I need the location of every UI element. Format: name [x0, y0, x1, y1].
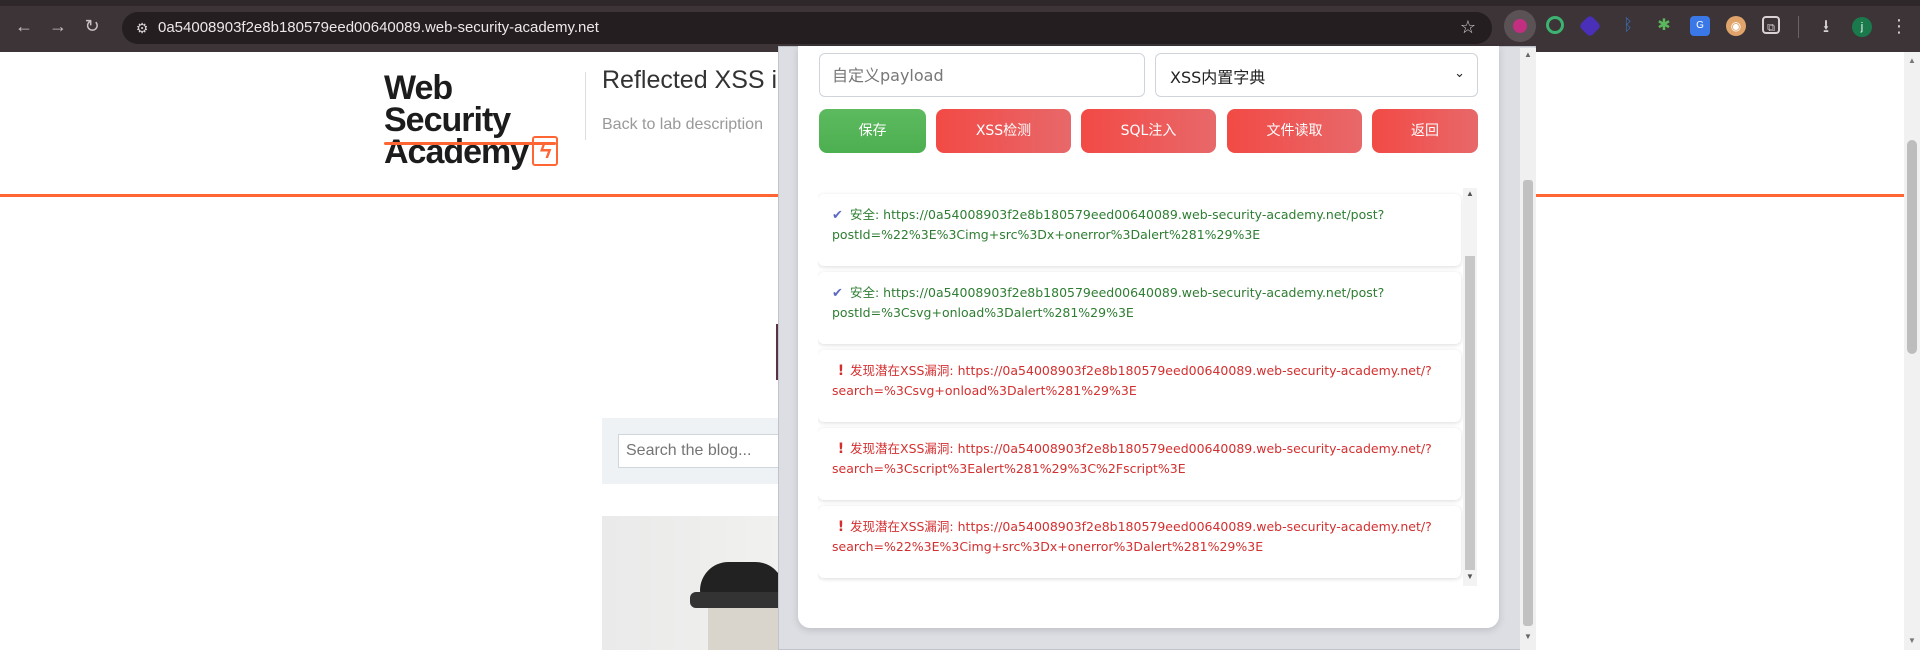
- popup-scrollbar[interactable]: ▲ ▼: [1520, 48, 1536, 650]
- logo-line2: Academy: [384, 133, 529, 171]
- scan-results-list[interactable]: ✔ 安全: https://0a54008903f2e8b180579eed006…: [818, 186, 1478, 586]
- file-read-button[interactable]: 文件读取: [1227, 109, 1362, 153]
- blog-search-input[interactable]: [618, 434, 788, 468]
- reload-icon[interactable]: ↻: [80, 14, 104, 38]
- popup-scroll-thumb[interactable]: [1523, 180, 1533, 626]
- extension-bug-icon[interactable]: ✱: [1654, 16, 1674, 36]
- exclamation-icon: !: [837, 519, 845, 535]
- active-extension-button[interactable]: [1504, 10, 1536, 42]
- profile-avatar[interactable]: j: [1852, 17, 1872, 37]
- return-button[interactable]: 返回: [1372, 109, 1478, 153]
- popup-scroll-up-icon[interactable]: ▲: [1524, 50, 1532, 59]
- checkmark-icon: ✔: [832, 208, 843, 223]
- result-item: ! 发现潜在XSS漏洞: https://0a54008903f2e8b18057…: [818, 506, 1461, 578]
- dictionary-select[interactable]: XSS内置字典 ⌄: [1155, 53, 1478, 97]
- scroll-down-arrow-icon[interactable]: ▼: [1908, 636, 1916, 645]
- results-scroll-thumb[interactable]: [1465, 256, 1475, 570]
- cup-lid: [700, 562, 782, 596]
- blog-post-image[interactable]: [602, 516, 782, 650]
- result-text: 安全: https://0a54008903f2e8b180579eed0064…: [832, 207, 1385, 242]
- result-item: ✔ 安全: https://0a54008903f2e8b180579eed006…: [818, 194, 1461, 266]
- extension-ring-icon[interactable]: [1546, 16, 1564, 34]
- custom-payload-input[interactable]: [819, 53, 1145, 97]
- sql-injection-button[interactable]: SQL注入: [1081, 109, 1216, 153]
- results-scroll-up-icon[interactable]: ▲: [1466, 189, 1474, 198]
- logo-line1: Web Security: [384, 69, 511, 139]
- download-icon[interactable]: ⭳: [1816, 16, 1836, 36]
- result-item: ! 发现潜在XSS漏洞: https://0a54008903f2e8b18057…: [818, 428, 1461, 500]
- lab-title: Reflected XSS in: [602, 66, 791, 94]
- address-url[interactable]: 0a54008903f2e8b180579eed00640089.web-sec…: [158, 19, 599, 36]
- result-text: 发现潜在XSS漏洞: https://0a54008903f2e8b180579…: [832, 363, 1432, 398]
- address-bar[interactable]: ⚙ 0a54008903f2e8b180579eed00640089.web-s…: [122, 12, 1492, 44]
- save-button[interactable]: 保存: [819, 109, 926, 153]
- extension-face-icon[interactable]: ◉: [1726, 16, 1746, 36]
- header-divider: [585, 72, 586, 140]
- cup-rim: [690, 592, 782, 608]
- logo-underline: [384, 142, 556, 145]
- toolbar-separator: [1798, 16, 1799, 38]
- result-item: ✔ 安全: https://0a54008903f2e8b180579eed006…: [818, 272, 1461, 344]
- checkmark-icon: ✔: [832, 286, 843, 301]
- extension-b-icon[interactable]: ᛒ: [1618, 16, 1638, 36]
- popup-scroll-down-icon[interactable]: ▼: [1524, 632, 1532, 641]
- page-scrollbar[interactable]: ▲ ▼: [1904, 52, 1920, 650]
- lightning-bolt-icon: ϟ: [532, 136, 559, 166]
- page-scroll-thumb[interactable]: [1907, 140, 1917, 354]
- extension-diamond-icon[interactable]: [1578, 14, 1602, 38]
- results-scroll-down-icon[interactable]: ▼: [1466, 572, 1474, 581]
- extensions-puzzle-icon[interactable]: ⧉: [1762, 16, 1780, 34]
- back-arrow-icon[interactable]: ←: [12, 14, 36, 38]
- xss-scan-button[interactable]: XSS检测: [936, 109, 1071, 153]
- result-text: 发现潜在XSS漏洞: https://0a54008903f2e8b180579…: [832, 441, 1432, 476]
- site-info-icon[interactable]: ⚙: [132, 18, 152, 38]
- cup-body: [708, 608, 782, 650]
- bookmark-star-icon[interactable]: ☆: [1460, 17, 1476, 38]
- extension-pink-icon: [1513, 19, 1527, 33]
- back-to-lab-link[interactable]: Back to lab description: [602, 116, 763, 134]
- google-translate-icon[interactable]: G: [1690, 16, 1710, 36]
- results-scrollbar[interactable]: ▲ ▼: [1463, 188, 1477, 586]
- browser-toolbar: ← → ↻ ⚙ 0a54008903f2e8b180579eed00640089…: [0, 0, 1920, 52]
- result-item: ! 发现潜在XSS漏洞: https://0a54008903f2e8b18057…: [818, 350, 1461, 422]
- menu-icon[interactable]: ⋮: [1890, 12, 1908, 40]
- chevron-down-icon: ⌄: [1454, 66, 1465, 81]
- result-text: 发现潜在XSS漏洞: https://0a54008903f2e8b180579…: [832, 519, 1432, 554]
- dictionary-selected-value: XSS内置字典: [1170, 68, 1266, 87]
- result-text: 安全: https://0a54008903f2e8b180579eed0064…: [832, 285, 1385, 320]
- scroll-up-arrow-icon[interactable]: ▲: [1908, 56, 1916, 65]
- exclamation-icon: !: [837, 363, 845, 379]
- forward-arrow-icon[interactable]: →: [46, 14, 70, 38]
- exclamation-icon: !: [837, 441, 845, 457]
- web-security-academy-logo[interactable]: Web Security Academy ϟ: [384, 69, 566, 171]
- tab-strip: [0, 0, 1920, 6]
